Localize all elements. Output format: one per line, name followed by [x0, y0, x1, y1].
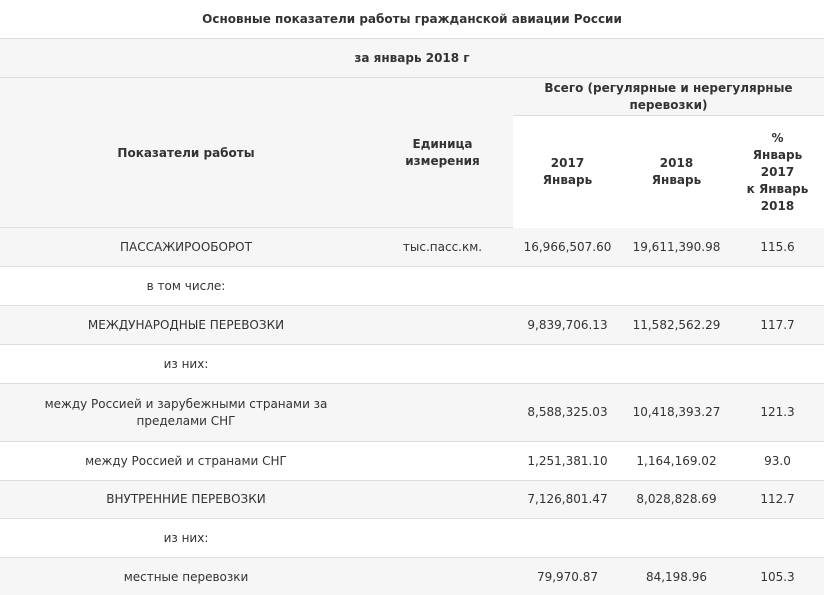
- table-row: между Россией и странами СНГ 1,251,381.1…: [0, 442, 824, 481]
- table-row: ПАССАЖИРООБОРОТ тыс.пасс.км. 16,966,507.…: [0, 228, 824, 267]
- row-percent: [731, 345, 824, 383]
- row-unit: тыс.пасс.км.: [402, 239, 483, 254]
- header-unit: Единица измерения: [372, 78, 513, 228]
- row-percent: [731, 267, 824, 305]
- row-name: местные перевозки: [123, 569, 249, 584]
- row-value-2018: 10,418,393.27: [632, 405, 721, 419]
- row-value-2017: 1,251,381.10: [527, 453, 608, 468]
- row-unit: [372, 384, 513, 441]
- row-value-2017: 79,970.87: [536, 569, 599, 584]
- row-value-2017: 8,588,325.03: [527, 405, 608, 419]
- row-value-2017: 7,126,801.47: [527, 492, 608, 506]
- table-row: между Россией и зарубежными странами за …: [0, 384, 824, 442]
- row-name: в том числе:: [146, 278, 226, 293]
- header-2017: 2017 Январь: [513, 116, 622, 228]
- row-value-2017: [513, 345, 622, 383]
- row-name: между Россией и странами СНГ: [85, 453, 287, 468]
- table-title: Основные показатели работы гражданской а…: [202, 12, 622, 26]
- row-name: из них:: [163, 530, 209, 545]
- row-percent: 121.3: [760, 405, 795, 419]
- header-pct-line3: 2017: [760, 164, 795, 179]
- table-row: МЕЖДУНАРОДНЫЕ ПЕРЕВОЗКИ 9,839,706.13 11,…: [0, 306, 824, 345]
- row-percent: 112.7: [760, 492, 795, 506]
- row-percent: [731, 519, 824, 557]
- row-name: из них:: [163, 356, 209, 371]
- row-unit: [372, 267, 513, 305]
- header-pct-line4: к Январь: [746, 181, 809, 196]
- header-indicator: Показатели работы: [117, 145, 255, 160]
- row-value-2018: [622, 519, 731, 557]
- row-unit: [372, 442, 513, 480]
- header-percent: % Январь 2017 к Январь 2018: [731, 116, 824, 228]
- row-name: МЕЖДУНАРОДНЫЕ ПЕРЕВОЗКИ: [87, 317, 285, 332]
- row-percent: 105.3: [760, 569, 795, 584]
- row-value-2018: 11,582,562.29: [632, 317, 721, 332]
- table-period: за январь 2018 г: [354, 51, 470, 65]
- row-value-2018: 84,198.96: [645, 569, 708, 584]
- row-value-2017: 9,839,706.13: [527, 317, 608, 332]
- row-percent: 117.7: [760, 317, 795, 332]
- table-row: местные перевозки 79,970.87 84,198.96 10…: [0, 558, 824, 595]
- row-percent: 93.0: [764, 453, 791, 468]
- row-value-2017: [513, 519, 622, 557]
- row-unit: [372, 306, 513, 344]
- row-value-2018: 1,164,169.02: [636, 453, 717, 468]
- row-value-2018: [622, 267, 731, 305]
- table-row: из них:: [0, 345, 824, 384]
- table-header: Показатели работы Единица измерения Всег…: [0, 78, 824, 228]
- header-2018-month: Январь: [651, 173, 702, 187]
- row-value-2018: 8,028,828.69: [636, 492, 717, 506]
- row-unit: [372, 519, 513, 557]
- header-pct-line1: %: [771, 130, 784, 145]
- row-unit: [372, 345, 513, 383]
- table-period-row: за январь 2018 г: [0, 39, 824, 78]
- row-value-2017: 16,966,507.60: [523, 239, 612, 254]
- row-name: ПАССАЖИРООБОРОТ: [120, 239, 252, 254]
- row-unit: [372, 481, 513, 518]
- row-value-2018: [622, 345, 731, 383]
- table-row: в том числе:: [0, 267, 824, 306]
- header-2018-year: 2018: [659, 156, 694, 170]
- row-name: между Россией и зарубежными странами за …: [44, 396, 328, 428]
- header-total: Всего (регулярные и нерегулярные перевоз…: [513, 78, 824, 116]
- table-row: ВНУТРЕННИЕ ПЕРЕВОЗКИ 7,126,801.47 8,028,…: [0, 481, 824, 519]
- row-value-2018: 19,611,390.98: [632, 239, 721, 254]
- row-name: ВНУТРЕННИЕ ПЕРЕВОЗКИ: [106, 492, 266, 506]
- header-2017-year: 2017: [550, 156, 585, 170]
- row-value-2017: [513, 267, 622, 305]
- header-pct-line5: 2018: [760, 198, 795, 213]
- header-unit-line2: измерения: [405, 154, 480, 168]
- row-percent: 115.6: [760, 239, 795, 254]
- table-row: из них:: [0, 519, 824, 558]
- table-title-row: Основные показатели работы гражданской а…: [0, 0, 824, 39]
- stats-table: Основные показатели работы гражданской а…: [0, 0, 824, 595]
- row-unit: [372, 558, 513, 595]
- header-2017-month: Январь: [542, 173, 593, 187]
- header-2018: 2018 Январь: [622, 116, 731, 228]
- header-pct-line2: Январь: [752, 147, 803, 162]
- header-unit-line1: Единица: [412, 137, 473, 151]
